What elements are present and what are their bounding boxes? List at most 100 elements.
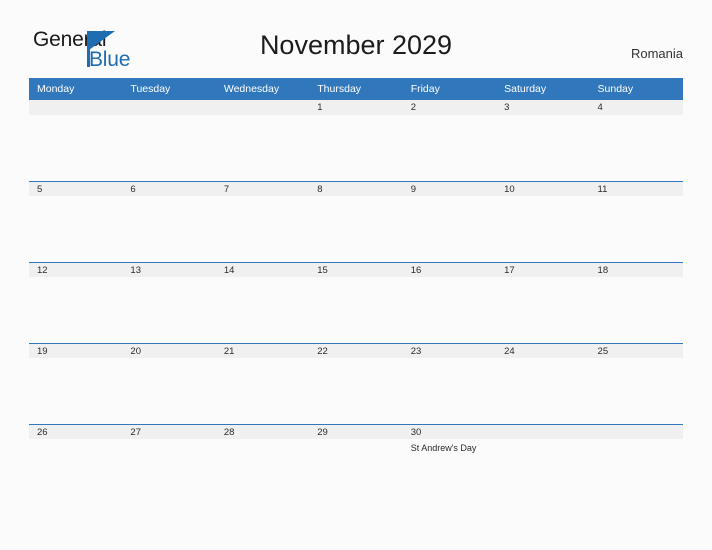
day-cell-content	[589, 424, 683, 505]
day-cell-content	[122, 100, 216, 181]
day-cell-content: 7	[215, 181, 310, 262]
day-cell-content: 25	[589, 343, 683, 424]
day-number: 4	[589, 100, 683, 115]
day-cell-content: 24	[496, 343, 590, 424]
day-cell-content	[215, 100, 310, 181]
day-cell-content: 6	[122, 181, 216, 262]
day-cell-content: 21	[215, 343, 310, 424]
day-number: 2	[402, 100, 497, 115]
calendar-day-cell[interactable]: 25	[589, 343, 683, 424]
day-cell-content: 28	[215, 424, 310, 505]
calendar-day-cell[interactable]: 8	[309, 181, 403, 262]
calendar-day-cell[interactable]: 23	[402, 343, 497, 424]
day-cell-content: 4	[589, 100, 683, 181]
calendar-day-cell[interactable]	[122, 100, 216, 181]
weekday-header-saturday: Saturday	[496, 78, 590, 100]
day-cell-content: 16	[402, 262, 497, 343]
day-cell-content: 2	[402, 100, 497, 181]
calendar-day-cell[interactable]: 30 St Andrew's Day	[402, 424, 497, 505]
calendar-day-cell[interactable]: 4	[589, 100, 683, 181]
calendar-day-cell[interactable]	[589, 424, 683, 505]
day-number: 17	[496, 262, 590, 277]
calendar-day-cell[interactable]: 13	[122, 262, 216, 343]
day-number	[122, 100, 216, 115]
day-cell-content: 29	[309, 424, 403, 505]
calendar-day-cell[interactable]: 29	[309, 424, 403, 505]
calendar-day-cell[interactable]: 15	[309, 262, 403, 343]
calendar-day-cell[interactable]: 22	[309, 343, 403, 424]
calendar-day-cell[interactable]: 26	[29, 424, 123, 505]
calendar-day-cell[interactable]: 14	[215, 262, 310, 343]
day-number: 26	[29, 424, 123, 439]
calendar-day-cell[interactable]: 3	[496, 100, 590, 181]
day-cell-content: 9	[402, 181, 497, 262]
day-number: 22	[309, 343, 403, 358]
day-number: 18	[589, 262, 683, 277]
day-number: 9	[402, 181, 497, 196]
day-cell-content: 1	[309, 100, 403, 181]
day-number: 12	[29, 262, 123, 277]
calendar-day-cell[interactable]: 18	[589, 262, 683, 343]
day-number: 16	[402, 262, 497, 277]
day-cell-content: 18	[589, 262, 683, 343]
day-number: 30	[402, 424, 497, 439]
day-cell-content	[496, 424, 590, 505]
calendar-day-cell[interactable]: 1	[309, 100, 403, 181]
calendar-page: General Blue November 2029 Romania Monda…	[0, 0, 712, 550]
page-title: November 2029	[259, 30, 453, 60]
calendar-day-cell[interactable]: 9	[402, 181, 497, 262]
day-number: 14	[215, 262, 310, 277]
weekday-header-monday: Monday	[29, 78, 123, 100]
day-number: 13	[122, 262, 216, 277]
day-number: 21	[215, 343, 310, 358]
calendar-week-row: 12 13 14 15 16 17 18	[29, 262, 683, 343]
day-cell-content: 26	[29, 424, 123, 505]
calendar-table: Monday Tuesday Wednesday Thursday Friday…	[29, 78, 683, 505]
calendar-day-cell[interactable]: 24	[496, 343, 590, 424]
day-cell-content: 23	[402, 343, 497, 424]
calendar-body: 1 2 3 4 5 6 7 8 9 10 11 12 13 14 15 16 17 18 19 20 21 22 23 24 2…	[29, 100, 683, 505]
day-number: 29	[309, 424, 403, 439]
calendar-week-row: 5 6 7 8 9 10 11	[29, 181, 683, 262]
day-cell-content: 30 St Andrew's Day	[402, 424, 497, 505]
day-number: 15	[309, 262, 403, 277]
calendar-day-cell[interactable]	[29, 100, 123, 181]
day-number: 5	[29, 181, 123, 196]
calendar-day-cell[interactable]: 20	[122, 343, 216, 424]
day-cell-content: 15	[309, 262, 403, 343]
calendar-day-cell[interactable]: 16	[402, 262, 497, 343]
day-number: 20	[122, 343, 216, 358]
calendar-day-cell[interactable]: 27	[122, 424, 216, 505]
calendar-day-cell[interactable]: 28	[215, 424, 310, 505]
day-cell-content: 10	[496, 181, 590, 262]
weekday-header-friday: Friday	[402, 78, 497, 100]
day-number: 6	[122, 181, 216, 196]
calendar-day-cell[interactable]: 11	[589, 181, 683, 262]
calendar-day-cell[interactable]: 21	[215, 343, 310, 424]
day-number: 25	[589, 343, 683, 358]
day-number: 11	[589, 181, 683, 196]
day-cell-content: 12	[29, 262, 123, 343]
country-label: Romania	[630, 46, 683, 61]
calendar-day-cell[interactable]: 6	[122, 181, 216, 262]
calendar-day-cell[interactable]	[215, 100, 310, 181]
day-number: 1	[309, 100, 403, 115]
calendar-day-cell[interactable]: 2	[402, 100, 497, 181]
day-cell-content: 17	[496, 262, 590, 343]
day-number	[29, 100, 123, 115]
calendar-day-cell[interactable]: 5	[29, 181, 123, 262]
page-header: General Blue November 2029 Romania	[0, 0, 712, 78]
calendar-day-cell[interactable]: 7	[215, 181, 310, 262]
day-cell-content: 22	[309, 343, 403, 424]
calendar-day-cell[interactable]	[496, 424, 590, 505]
calendar-day-cell[interactable]: 17	[496, 262, 590, 343]
day-cell-content: 13	[122, 262, 216, 343]
day-number: 19	[29, 343, 123, 358]
day-cell-content: 11	[589, 181, 683, 262]
day-cell-content: 27	[122, 424, 216, 505]
calendar-day-cell[interactable]: 10	[496, 181, 590, 262]
calendar-day-cell[interactable]: 12	[29, 262, 123, 343]
calendar-day-cell[interactable]: 19	[29, 343, 123, 424]
day-cell-content: 8	[309, 181, 403, 262]
weekday-header-wednesday: Wednesday	[215, 78, 310, 100]
